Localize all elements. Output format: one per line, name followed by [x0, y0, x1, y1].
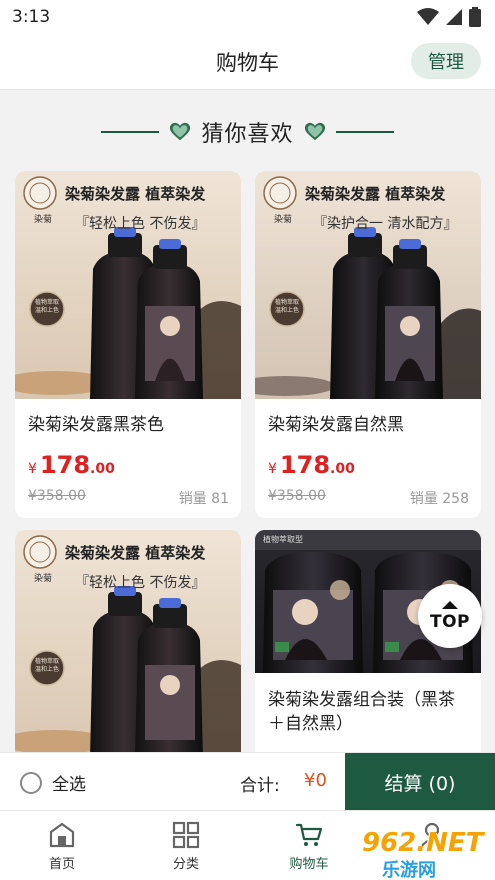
watermark-logo: 962.NET: [362, 828, 484, 858]
banner-title: 染菊染发露 植萃染发: [305, 185, 446, 203]
brand-text: 染菊: [34, 572, 52, 584]
banner-slogan: 『轻松上色 不伤发』: [75, 575, 206, 591]
watermark: 962.NET 乐游网: [360, 828, 495, 880]
product-name-line1: 染菊染发露组合装（黑茶: [268, 690, 455, 710]
sales-count: 销量 258: [409, 491, 469, 507]
original-price: ¥358.00: [268, 488, 326, 504]
heart-icon: [304, 122, 325, 141]
app-header: 购物车 管理: [0, 34, 495, 90]
seal-text: 植物萃取 温和上色: [274, 299, 299, 314]
section-title: 猜你喜欢: [201, 122, 294, 147]
price-integer: 178: [39, 451, 91, 479]
back-to-top-label: TOP: [429, 611, 470, 632]
checkout-bar: 全选 合计: ¥0 结算 (0): [0, 752, 495, 811]
price-currency: ¥: [28, 461, 37, 477]
category-icon: [172, 821, 200, 849]
battery-icon: [469, 7, 481, 27]
tab-label: 首页: [48, 857, 75, 872]
product-name[interactable]: 染菊染发露黑茶色: [28, 413, 164, 437]
banner-slogan: 『染护合一 清水配方』: [313, 216, 458, 232]
status-time: 3:13: [12, 7, 51, 27]
product-image[interactable]: 染菊 染菊染发露 植萃染发 『轻松上色 不伤发』 植物萃取 温和上色: [15, 171, 241, 399]
title-divider-left: [101, 131, 160, 133]
product-image[interactable]: 染菊 染菊染发露 植萃染发 『染护合一 清水配方』 植物萃取 温和上色: [255, 171, 481, 399]
banner-title: 染菊染发露 植萃染发: [65, 544, 206, 562]
brand-text: 染菊: [34, 213, 52, 225]
home-icon: [49, 822, 75, 848]
heart-icon: [170, 122, 191, 141]
total-label: 合计:: [240, 776, 280, 796]
price-integer: 178: [279, 451, 331, 479]
status-icons: [417, 7, 481, 27]
total-value: ¥0: [304, 770, 327, 791]
watermark-site: 乐游网: [382, 860, 436, 880]
seal-text: 植物萃取 温和上色: [34, 658, 59, 673]
product-card[interactable]: 染菊 染菊染发露 植萃染发 『染护合一 清水配方』 植物萃取 温和上色 染菊染发…: [255, 171, 481, 518]
arrow-up-icon: [442, 600, 458, 609]
price-currency: ¥: [268, 461, 277, 477]
tab-category[interactable]: 分类: [146, 821, 226, 872]
product-card[interactable]: 染菊 染菊染发露 植萃染发 『轻松上色 不伤发』 植物萃取 温和上色 染菊染发露…: [15, 171, 241, 518]
select-all-checkbox[interactable]: [20, 771, 42, 794]
product-image[interactable]: 染菊 染菊染发露 植萃染发 『轻松上色 不伤发』 植物萃取 温和上色: [15, 530, 241, 752]
original-price: ¥358.00: [28, 488, 86, 504]
recommend-section-header: 猜你喜欢: [0, 112, 495, 152]
back-to-top-button[interactable]: TOP: [418, 584, 482, 648]
select-all-label: 全选: [52, 775, 86, 795]
product-name[interactable]: 染菊染发露自然黑: [268, 413, 404, 437]
tab-label: 购物车: [289, 857, 329, 872]
product-price: ¥ 178 .00: [268, 451, 355, 479]
wifi-icon: [417, 8, 439, 25]
price-decimal: .00: [330, 461, 355, 477]
brand-text: 染菊: [274, 213, 292, 225]
checkout-button[interactable]: 结算 (0): [345, 753, 495, 811]
manage-button[interactable]: 管理: [411, 43, 481, 79]
banner-title: 植物萃取型: [263, 535, 303, 544]
title-divider-right: [335, 131, 394, 133]
product-card[interactable]: 染菊 染菊染发露 植萃染发 『轻松上色 不伤发』 植物萃取 温和上色: [15, 530, 241, 752]
sales-count: 销量 81: [178, 491, 229, 507]
seal-text: 植物萃取 温和上色: [34, 299, 59, 314]
tab-cart[interactable]: 购物车: [269, 821, 349, 872]
tab-home[interactable]: 首页: [22, 821, 102, 872]
product-name-line2: ＋自然黑）: [268, 714, 353, 734]
select-all-toggle[interactable]: 全选: [20, 770, 86, 795]
product-name[interactable]: 染菊染发露组合装（黑茶 ＋自然黑）: [268, 688, 473, 736]
price-decimal: .00: [90, 461, 115, 477]
tab-label: 分类: [172, 857, 199, 872]
cart-icon: [295, 823, 323, 846]
status-bar: 3:13: [0, 0, 495, 34]
product-price: ¥ 178 .00: [28, 451, 115, 479]
banner-slogan: 『轻松上色 不伤发』: [75, 216, 206, 232]
signal-icon: [446, 9, 462, 25]
banner-title: 染菊染发露 植萃染发: [65, 185, 206, 203]
